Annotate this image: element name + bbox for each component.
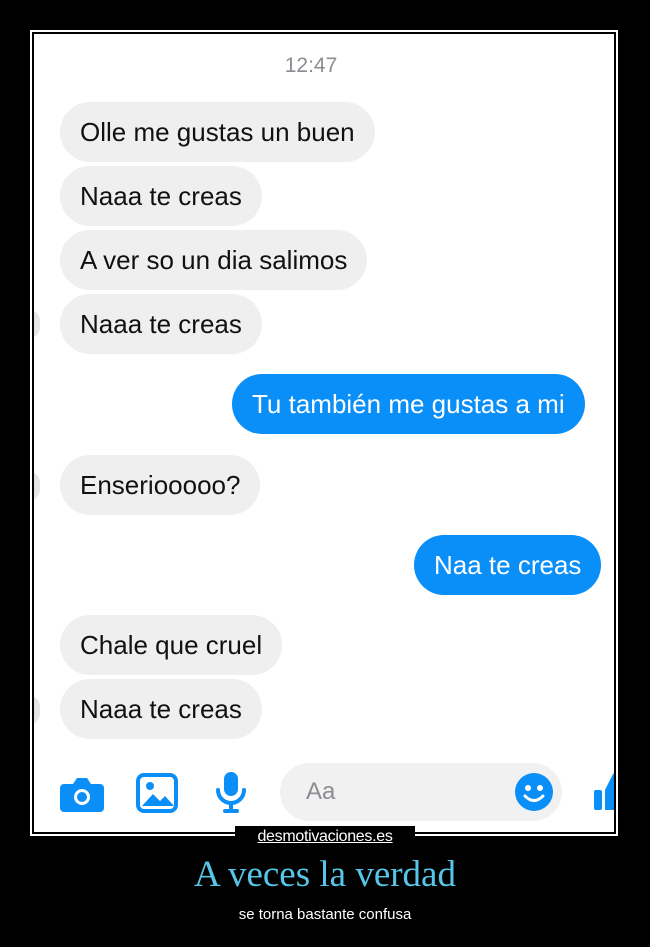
message-bubble-incoming[interactable]: Naaa te creas: [60, 679, 262, 739]
avatar: [34, 309, 40, 339]
thumbs-up-icon[interactable]: [594, 770, 614, 819]
poster-subtitle: se torna bastante confusa: [238, 906, 412, 923]
image-icon[interactable]: [136, 773, 178, 818]
camera-icon[interactable]: [60, 774, 104, 819]
emoji-icon[interactable]: [514, 772, 554, 817]
avatar: [34, 695, 40, 725]
message-bubble-incoming[interactable]: Enseriooooo?: [60, 455, 261, 515]
watermark-text: desmotivaciones.es: [257, 828, 393, 845]
message-bubble-incoming[interactable]: Chale que cruel: [60, 615, 283, 675]
message-input-placeholder: Aa: [306, 778, 336, 805]
message-bubble-incoming[interactable]: A ver so un dia salimos: [60, 230, 368, 290]
message-bubble-incoming[interactable]: Naaa te creas: [60, 166, 262, 226]
message-bubble-incoming[interactable]: Olle me gustas un buen: [60, 102, 375, 162]
timestamp: 12:47: [284, 54, 338, 77]
message-composer: Aa: [34, 756, 614, 832]
poster-title: A veces la verdad: [194, 854, 456, 895]
message-input[interactable]: Aa: [280, 763, 562, 821]
message-bubble-outgoing[interactable]: Naa te creas: [414, 535, 602, 595]
microphone-icon[interactable]: [214, 770, 248, 821]
message-bubble-incoming[interactable]: Naaa te creas: [60, 294, 262, 354]
watermark: desmotivaciones.es: [235, 826, 415, 848]
chat-screen: 12:47 Olle me gustas un buen Naaa te cre…: [34, 34, 614, 832]
message-bubble-outgoing[interactable]: Tu también me gustas a mi: [232, 374, 585, 434]
avatar: [34, 471, 40, 501]
